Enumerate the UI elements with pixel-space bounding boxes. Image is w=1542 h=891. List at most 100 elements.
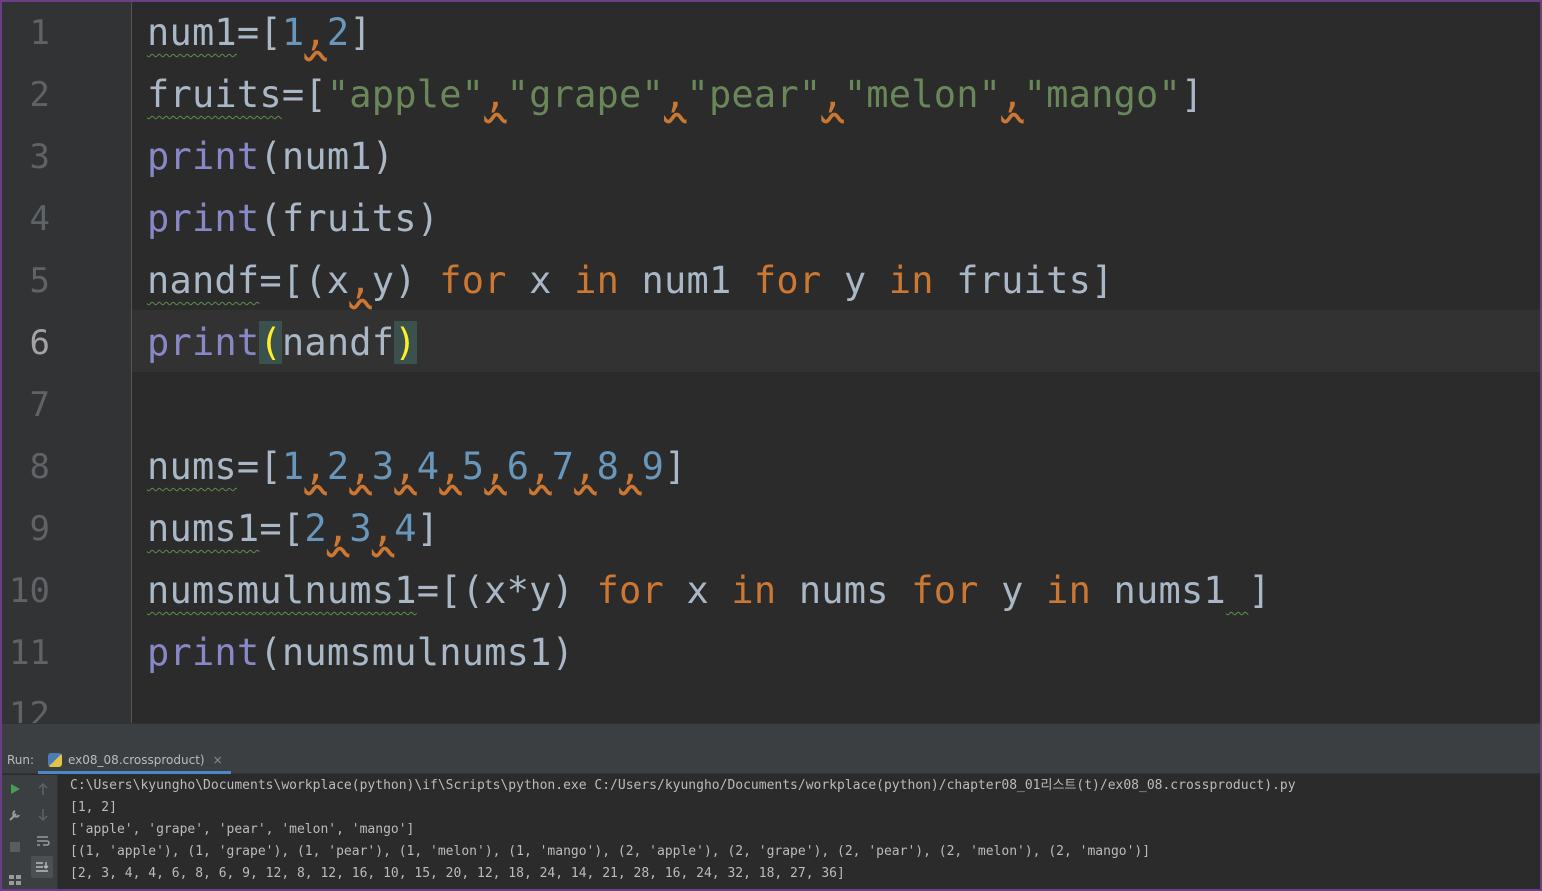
code-token: , xyxy=(664,73,687,116)
code-token: for xyxy=(911,569,979,612)
line-number: 11 xyxy=(9,633,50,673)
code-token: nums xyxy=(776,569,912,612)
code-token: for xyxy=(753,259,822,302)
code-token: nandf xyxy=(281,321,395,364)
line-number: 7 xyxy=(29,385,50,425)
code-token: 3 xyxy=(371,445,395,488)
code-token: fruits] xyxy=(933,259,1114,302)
code-token: = xyxy=(281,73,305,116)
code-token: [ xyxy=(281,507,305,550)
code-token: nums1 xyxy=(147,507,260,550)
wrench-icon[interactable] xyxy=(5,805,25,825)
code-token: for xyxy=(596,569,664,612)
console-line-output: [2, 3, 4, 4, 6, 8, 6, 9, 12, 8, 12, 16, … xyxy=(70,866,845,881)
console-line-output: [1, 2] xyxy=(70,800,117,815)
code-token: , xyxy=(529,445,552,488)
code-token: =[(x xyxy=(259,259,350,302)
run-label: Run: xyxy=(7,753,35,767)
code-token: numsmulnums1 xyxy=(147,569,417,612)
stop-icon[interactable] xyxy=(5,837,25,857)
code-token: (fruits) xyxy=(259,197,440,240)
code-token: in xyxy=(731,569,777,612)
code-token: "pear" xyxy=(686,73,822,116)
code-token: 2 xyxy=(326,445,350,488)
code-token: 8 xyxy=(596,445,620,488)
code-token: for xyxy=(439,259,507,302)
code-token: = xyxy=(259,507,282,550)
layout-icon[interactable] xyxy=(5,869,25,889)
code-token: , xyxy=(304,11,327,54)
scroll-to-end-icon[interactable] xyxy=(31,856,53,878)
run-panel-header: Run: ex08_08.crossproduct) × xyxy=(2,748,1540,774)
code-token: x xyxy=(506,259,575,302)
panel-splitter[interactable] xyxy=(2,723,1540,748)
line-number: 8 xyxy=(29,447,50,487)
code-line[interactable]: nandf=[(x,y) for x in num1 for y in frui… xyxy=(147,250,1114,312)
code-line[interactable]: fruits=["apple","grape","pear","melon","… xyxy=(147,64,1203,126)
code-token: nums xyxy=(147,445,237,488)
code-token: print xyxy=(147,197,260,240)
code-token: 5 xyxy=(461,445,485,488)
code-token: [ xyxy=(304,73,327,116)
code-token: , xyxy=(484,445,507,488)
code-token: ] xyxy=(349,11,372,54)
run-tab[interactable]: ex08_08.crossproduct) × xyxy=(38,748,231,774)
code-token: in xyxy=(1046,569,1092,612)
code-token: ] xyxy=(416,507,440,550)
code-token: [ xyxy=(259,445,282,488)
code-token: 1 xyxy=(281,445,305,488)
line-number: 5 xyxy=(29,261,50,301)
soft-wrap-icon[interactable] xyxy=(33,831,53,851)
code-line[interactable]: nums=[1,2,3,4,5,6,7,8,9] xyxy=(147,436,687,498)
code-token: in xyxy=(574,259,620,302)
code-line[interactable]: numsmulnums1=[(x*y) for x in nums for y … xyxy=(147,560,1271,622)
code-token: "melon" xyxy=(843,73,1002,116)
run-toolbar-right xyxy=(28,775,58,889)
python-file-icon xyxy=(48,752,62,767)
run-tab-title: ex08_08.crossproduct) xyxy=(68,752,205,767)
console-output[interactable]: C:\Users\kyungho\Documents\workplace(pyt… xyxy=(59,775,1540,889)
code-editor[interactable]: 1 num1=[1,2] 2 fruits=["apple","grape","pea… xyxy=(2,2,1540,723)
code-token: , xyxy=(304,445,327,488)
code-token: 1 xyxy=(281,11,305,54)
code-line[interactable]: num1=[1,2] xyxy=(147,2,372,64)
code-token: ] xyxy=(664,445,687,488)
run-icon[interactable] xyxy=(5,779,25,799)
code-line[interactable]: print(fruits) xyxy=(147,188,439,250)
line-number: 3 xyxy=(29,137,50,177)
console-line-output: ['apple', 'grape', 'pear', 'melon', 'man… xyxy=(70,822,415,837)
line-number: 2 xyxy=(29,75,50,115)
code-line[interactable]: nums1=[2,3,4] xyxy=(147,498,439,560)
code-token: "grape" xyxy=(506,73,664,116)
down-arrow-icon[interactable] xyxy=(33,805,53,825)
code-token: y xyxy=(978,569,1047,612)
code-token: ) xyxy=(394,321,417,364)
code-token: fruits xyxy=(147,73,282,116)
code-token: num1 xyxy=(147,11,237,54)
code-token: nandf xyxy=(147,259,260,302)
close-icon[interactable]: × xyxy=(213,753,223,767)
code-line[interactable]: print(nandf) xyxy=(147,312,417,374)
code-line[interactable]: print(num1) xyxy=(147,126,394,188)
code-token: , xyxy=(439,445,462,488)
up-arrow-icon[interactable] xyxy=(33,779,53,799)
code-token: in xyxy=(888,259,934,302)
code-token: , xyxy=(349,445,372,488)
console-line-output: [(1, 'apple'), (1, 'grape'), (1, 'pear')… xyxy=(70,844,1151,859)
run-toolbar-left xyxy=(2,775,28,889)
code-token: print xyxy=(147,135,260,178)
code-token: , xyxy=(1001,73,1024,116)
code-token: = xyxy=(236,445,260,488)
code-token: y xyxy=(821,259,889,302)
code-line[interactable]: print(numsmulnums1) xyxy=(147,622,574,684)
code-token: (num1) xyxy=(259,135,395,178)
code-token: , xyxy=(349,259,372,302)
line-number: 6 xyxy=(29,323,50,363)
line-number: 4 xyxy=(29,199,50,239)
code-token: 4 xyxy=(394,507,417,550)
code-token: num1 xyxy=(619,259,754,302)
code-token: ( xyxy=(259,321,282,364)
code-token: [ xyxy=(259,11,282,54)
code-token: , xyxy=(619,445,642,488)
